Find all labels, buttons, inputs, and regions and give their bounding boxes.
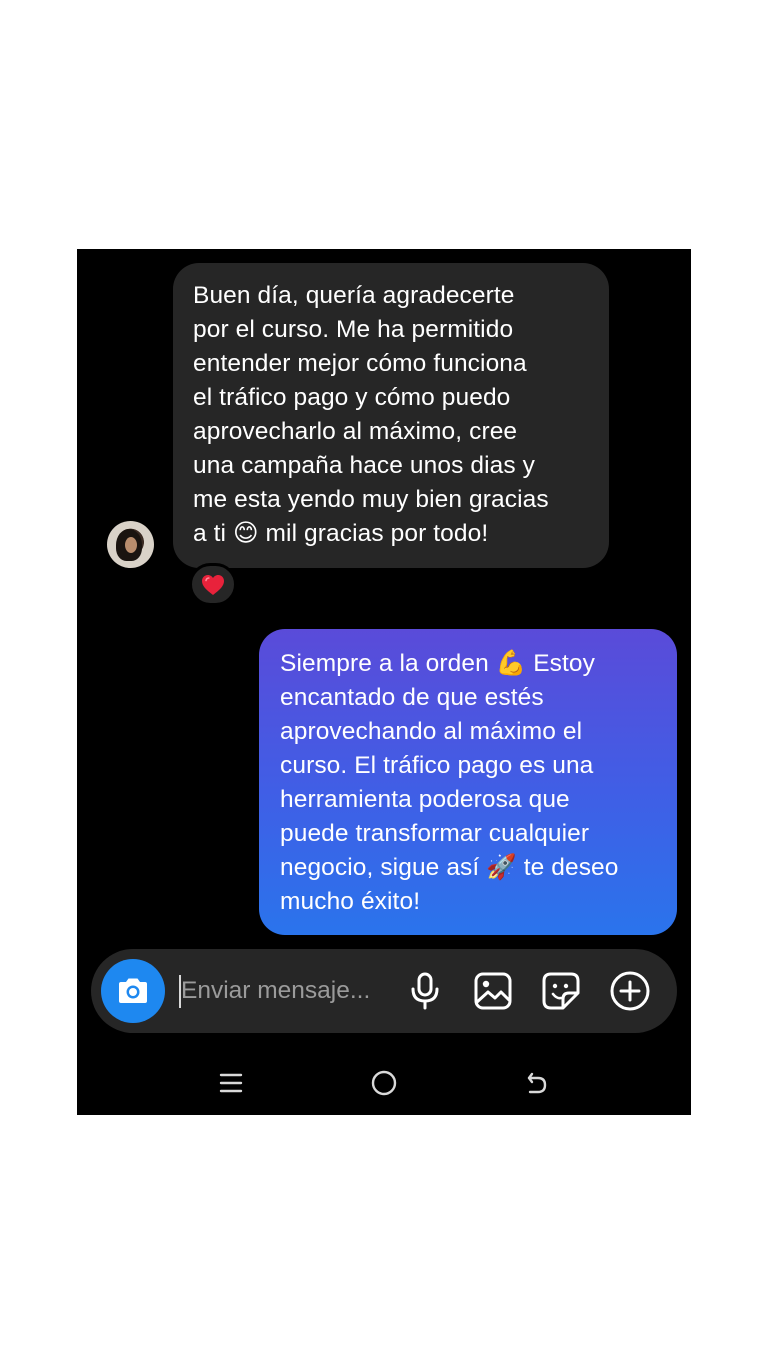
plus-icon (610, 971, 650, 1011)
avatar-face (125, 537, 137, 553)
gallery-icon (474, 972, 512, 1010)
contact-avatar[interactable] (107, 521, 154, 568)
message-composer (91, 949, 677, 1033)
voice-message-button[interactable] (404, 970, 446, 1012)
sticker-button[interactable] (540, 970, 582, 1012)
back-icon (527, 1072, 547, 1094)
outgoing-message-text: Siempre a la orden 💪 Estoy encantado de … (280, 650, 619, 915)
incoming-message-bubble[interactable]: Buen día, quería agradecerte por el curs… (173, 263, 609, 568)
message-input[interactable] (181, 971, 401, 1011)
back-button[interactable] (519, 1065, 555, 1101)
heart-icon (202, 574, 224, 595)
incoming-message-text: Buen día, quería agradecerte por el curs… (193, 282, 549, 547)
recents-button[interactable] (213, 1065, 249, 1101)
microphone-icon (411, 972, 439, 1010)
recents-icon (219, 1073, 243, 1093)
more-options-button[interactable] (609, 970, 651, 1012)
camera-icon (119, 978, 147, 1003)
camera-button[interactable] (101, 959, 165, 1023)
outgoing-message-bubble[interactable]: Siempre a la orden 💪 Estoy encantado de … (259, 629, 677, 935)
chat-screen: Buen día, quería agradecerte por el curs… (77, 249, 691, 1115)
sticker-icon (542, 972, 580, 1010)
home-icon (371, 1070, 397, 1096)
system-navigation-bar (77, 1049, 691, 1115)
gallery-button[interactable] (472, 970, 514, 1012)
heart-reaction[interactable] (189, 563, 237, 606)
home-button[interactable] (366, 1065, 402, 1101)
